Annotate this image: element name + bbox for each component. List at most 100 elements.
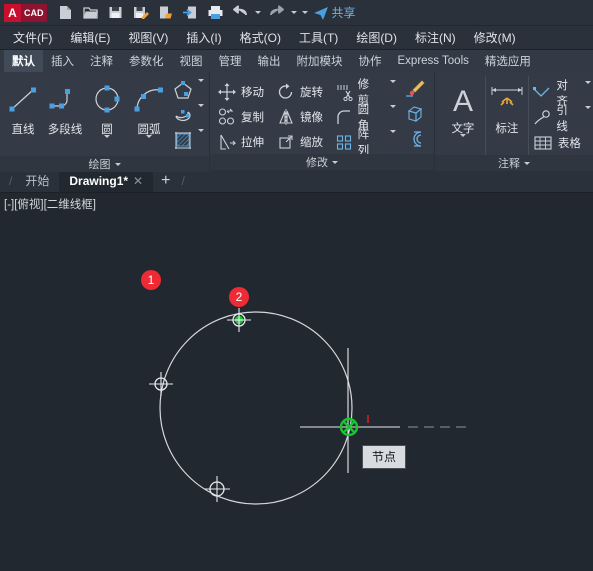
undo-dropdown-caret-icon[interactable] [253, 1, 264, 25]
menu-item-file[interactable]: 文件(F) [4, 26, 61, 50]
annotation-dimension-button[interactable]: 标注 [484, 76, 529, 155]
box-3d-button[interactable] [398, 104, 432, 129]
modify-array-button[interactable]: 阵列 [334, 126, 396, 158]
draw-polygon-caret-icon[interactable] [198, 78, 204, 100]
node-marker-bottom[interactable] [204, 476, 230, 502]
offset-icon [404, 129, 426, 154]
ribbon-tab-express-tools[interactable]: Express Tools [390, 50, 477, 72]
document-tab-start-label: 开始 [25, 174, 50, 188]
annotation-table-button[interactable]: 表格 [531, 130, 591, 155]
annotation-text-caret-icon[interactable] [459, 134, 466, 155]
modify-stretch-button[interactable]: 拉伸 [216, 131, 275, 153]
annotation-align-caret-icon[interactable] [585, 80, 591, 102]
document-tab-drawing1-label: Drawing1* [69, 173, 129, 188]
annotation-text-button[interactable]: A 文字 [441, 76, 485, 155]
draw-ellipse-button[interactable] [170, 103, 204, 128]
draw-arc-button[interactable]: 圆弧 [128, 76, 170, 156]
annotation-leader-button[interactable]: 引线 [531, 105, 591, 133]
document-tab-start[interactable]: 开始 [15, 169, 59, 192]
redo-icon[interactable] [264, 1, 289, 25]
draw-polyline-button[interactable]: 多段线 [44, 76, 86, 156]
draw-line-label: 直线 [11, 124, 35, 136]
ribbon-tab-output[interactable]: 输出 [250, 50, 289, 72]
tab-separator-right: / [181, 174, 185, 188]
share-button[interactable]: 共享 [313, 4, 356, 21]
print-icon[interactable] [203, 1, 228, 25]
node-marker-left[interactable] [149, 372, 173, 396]
undo-icon[interactable] [228, 1, 253, 25]
drawing-canvas[interactable]: [-][俯视][二维线框] 1 2 节点 [0, 193, 593, 571]
draw-line-button[interactable]: 直线 [2, 76, 44, 156]
modify-scale-button[interactable]: 缩放 [275, 131, 334, 153]
menu-item-draw[interactable]: 绘图(D) [347, 26, 406, 50]
ribbon-tab-parametric[interactable]: 参数化 [121, 50, 172, 72]
app-logo[interactable]: A CAD [4, 3, 47, 22]
modify-rotate-button[interactable]: 旋转 [275, 81, 334, 103]
document-tab-drawing1[interactable]: Drawing1* ✕ [59, 169, 154, 192]
circle-icon [89, 78, 125, 120]
modify-scale-label: 缩放 [300, 136, 324, 149]
close-icon[interactable]: ✕ [133, 174, 143, 188]
menu-item-dimension[interactable]: 标注(N) [406, 26, 465, 50]
node-marker-top[interactable] [227, 308, 251, 332]
ribbon-tab-home[interactable]: 默认 [4, 50, 43, 72]
annotation-panel-title-bar[interactable]: 注释 [435, 155, 593, 171]
export-icon[interactable] [153, 1, 178, 25]
new-file-icon[interactable] [53, 1, 78, 25]
menu-bar: 文件(F) 编辑(E) 视图(V) 插入(I) 格式(O) 工具(T) 绘图(D… [0, 26, 593, 50]
fillet-icon [334, 106, 354, 128]
draw-hatch-button[interactable] [170, 128, 204, 153]
modify-row-3: 拉伸 缩放 阵列 [216, 129, 396, 157]
qat-overflow-caret-icon[interactable] [300, 1, 311, 25]
menu-item-view[interactable]: 视图(V) [119, 26, 177, 50]
save-as-icon[interactable] [128, 1, 153, 25]
draw-hatch-caret-icon[interactable] [198, 128, 204, 150]
menu-item-modify[interactable]: 修改(M) [465, 26, 525, 50]
menu-item-tools[interactable]: 工具(T) [290, 26, 347, 50]
leader-icon [531, 107, 554, 129]
annotation-leader-caret-icon[interactable] [585, 105, 591, 127]
annotation-dimension-label: 标注 [495, 123, 519, 135]
box-3d-icon [404, 104, 426, 129]
step-badge-2: 2 [229, 287, 249, 307]
menu-item-insert[interactable]: 插入(I) [177, 26, 230, 50]
import-icon[interactable] [178, 1, 203, 25]
app-logo-text: CAD [21, 3, 47, 22]
ribbon-tab-insert[interactable]: 插入 [43, 50, 82, 72]
draw-panel-expand-caret-icon[interactable] [114, 162, 121, 166]
ribbon-tab-addins[interactable]: 附加模块 [289, 50, 351, 72]
match-properties-button[interactable] [398, 79, 432, 104]
ribbon-tab-featured-apps[interactable]: 精选应用 [477, 50, 539, 72]
draw-circle-button[interactable]: 圆 [86, 76, 128, 156]
match-properties-brush-icon [404, 79, 426, 104]
modify-move-button[interactable]: 移动 [216, 81, 275, 103]
ribbon-tab-view[interactable]: 视图 [172, 50, 211, 72]
drawn-circle[interactable] [159, 311, 353, 505]
modify-panel-expand-caret-icon[interactable] [332, 160, 338, 164]
modify-copy-button[interactable]: 复制 [216, 106, 275, 128]
draw-panel-title-bar[interactable]: 绘图 [0, 156, 209, 172]
open-folder-icon[interactable] [78, 1, 103, 25]
ribbon-tab-annotate[interactable]: 注释 [82, 50, 121, 72]
annotation-panel-expand-caret-icon[interactable] [524, 161, 530, 165]
draw-ellipse-caret-icon[interactable] [198, 103, 204, 125]
ribbon-panel-draw: 直线 多段线 圆 圆弧 绘图 [0, 72, 210, 172]
modify-mirror-button[interactable]: 镜像 [275, 106, 334, 128]
draw-arc-caret-icon[interactable] [146, 135, 152, 156]
ribbon-tab-manage[interactable]: 管理 [211, 50, 250, 72]
app-logo-letter: A [4, 3, 21, 22]
menu-item-edit[interactable]: 编辑(E) [61, 26, 119, 50]
new-tab-plus-icon[interactable]: + [153, 172, 178, 190]
line-icon [5, 78, 41, 120]
ribbon-tab-collaborate[interactable]: 协作 [351, 50, 390, 72]
send-plane-icon [313, 6, 328, 20]
redo-dropdown-caret-icon[interactable] [289, 1, 300, 25]
modify-mirror-label: 镜像 [300, 111, 324, 124]
draw-circle-caret-icon[interactable] [104, 135, 110, 156]
offset-button[interactable] [398, 129, 432, 154]
hatch-icon [170, 129, 196, 153]
save-icon[interactable] [103, 1, 128, 25]
draw-polygon-button[interactable] [170, 78, 204, 103]
menu-item-format[interactable]: 格式(O) [231, 26, 290, 50]
modify-panel-title-bar[interactable]: 修改 [210, 154, 434, 170]
